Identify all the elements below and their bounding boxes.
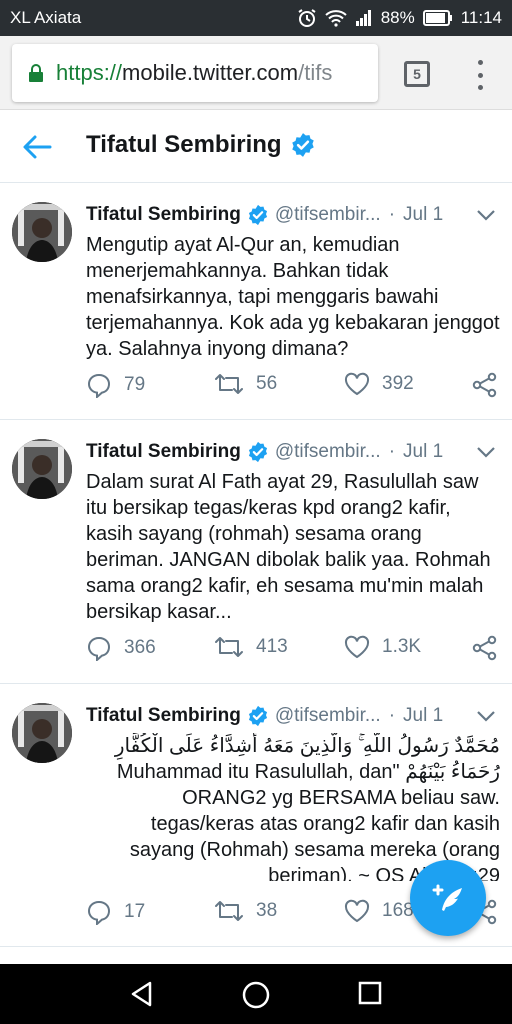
tab-switcher-button[interactable]: 5 [404,61,430,87]
browser-menu-button[interactable] [470,60,490,90]
retweet-icon [215,637,243,657]
compose-tweet-icon [432,884,462,911]
reply-icon [87,900,111,925]
tweet-text: مُحَمَّدٌ رَسُولُ اللَّهِ ۚ وَالَّذِينَ … [114,735,500,881]
retweet-button[interactable]: 413 [214,635,288,659]
chevron-down-icon[interactable] [476,208,496,222]
tweet-header: Tifatul Sembiring @tifsembir... · Jul 1 [86,441,443,463]
status-bar: XL Axiata 88% 11:14 [0,0,512,36]
like-count: 392 [382,373,414,394]
reply-count: 17 [124,901,146,922]
verified-badge-icon [248,204,267,226]
avatar[interactable] [12,703,72,763]
back-arrow-icon[interactable] [22,133,52,161]
heart-icon [344,635,370,659]
retweet-count: 413 [256,636,288,657]
like-button[interactable]: 168 [344,899,414,923]
heart-icon [344,899,370,923]
tweet[interactable]: Tifatul Sembiring @tifsembir... · Jul 1 … [0,421,512,684]
like-count: 168 [382,900,414,921]
separator-dot: · [388,441,396,462]
lock-icon [29,64,43,82]
like-button[interactable]: 392 [344,372,414,396]
tweet-header: Tifatul Sembiring @tifsembir... · Jul 1 [86,705,443,727]
tweet-date[interactable]: Jul 1 [403,705,443,727]
alarm-icon [298,9,316,27]
separator-dot: · [388,204,396,225]
tab-count: 5 [413,66,421,82]
clock: 11:14 [460,8,502,27]
tweet-date[interactable]: Jul 1 [403,441,443,463]
reply-button[interactable]: 79 [86,372,145,398]
tweet-text: Dalam surat Al Fath ayat 29, Rasulullah … [86,471,491,623]
url-host: mobile.twitter.com [122,60,299,85]
verified-badge-icon [291,133,314,157]
profile-name: Tifatul Sembiring [86,131,282,158]
reply-count: 366 [124,637,156,658]
reply-button[interactable]: 366 [86,635,156,661]
avatar[interactable] [12,439,72,499]
reply-count: 79 [124,374,146,395]
author-handle[interactable]: @tifsembir... [275,705,381,727]
wifi-icon [325,10,347,27]
share-icon[interactable] [472,635,498,661]
battery-icon [422,10,452,26]
author-name[interactable]: Tifatul Sembiring [86,705,241,727]
separator-dot: · [388,705,396,726]
retweet-count: 38 [256,900,278,921]
tweet[interactable]: Tifatul Sembiring @tifsembir... · Jul 1 … [0,184,512,420]
battery-percent: 88% [380,8,415,27]
carrier-name: XL Axiata [10,8,82,27]
verified-badge-icon [248,705,267,727]
nav-recents-icon[interactable] [357,980,383,1006]
retweet-button[interactable]: 38 [214,899,277,923]
tweet-header: Tifatul Sembiring @tifsembir... · Jul 1 [86,204,443,226]
tweet-text: Mengutip ayat Al-Qur an, kemudian menerj… [86,234,500,360]
avatar[interactable] [12,202,72,262]
chevron-down-icon[interactable] [476,709,496,723]
reply-icon [87,636,111,661]
system-nav-bar [0,964,512,1024]
retweet-count: 56 [256,373,278,394]
like-button[interactable]: 1.3K [344,635,421,659]
reply-button[interactable]: 17 [86,899,145,925]
compose-tweet-button[interactable] [410,860,486,936]
verified-badge-icon [248,441,267,463]
retweet-icon [215,901,243,921]
retweet-button[interactable]: 56 [214,372,277,396]
author-handle[interactable]: @tifsembir... [275,441,381,463]
signal-icon [355,10,371,26]
tweet-actions: 366 413 1.3K [86,635,502,665]
nav-back-icon[interactable] [128,980,156,1008]
heart-icon [344,372,370,396]
retweet-icon [215,374,243,394]
page-title: Tifatul Sembiring [86,131,316,159]
reply-icon [87,373,111,398]
browser-toolbar: https://mobile.twitter.com/tifs 5 [0,36,512,110]
chevron-down-icon[interactable] [476,445,496,459]
tweet-actions: 79 56 392 [86,372,502,402]
author-handle[interactable]: @tifsembir... [275,204,381,226]
url-scheme: https:// [56,60,123,85]
url-path: /tifs [298,60,333,85]
nav-home-icon[interactable] [241,980,271,1010]
author-name[interactable]: Tifatul Sembiring [86,441,241,463]
tweet-date[interactable]: Jul 1 [403,204,443,226]
url-field[interactable]: https://mobile.twitter.com/tifs [12,44,378,102]
like-count: 1.3K [382,636,422,657]
author-name[interactable]: Tifatul Sembiring [86,204,241,226]
profile-header: Tifatul Sembiring [0,111,512,183]
share-icon[interactable] [472,372,498,398]
